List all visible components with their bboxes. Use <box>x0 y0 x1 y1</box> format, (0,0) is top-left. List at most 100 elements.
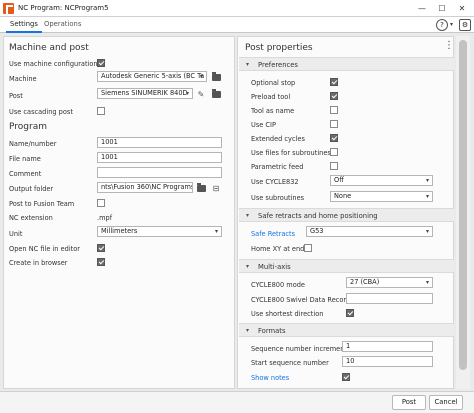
file-name-label: File name <box>9 155 41 163</box>
post-select[interactable]: Siemens SINUMERIK 840D ▾ <box>97 88 193 99</box>
show-notes-link[interactable]: Show notes <box>251 374 289 382</box>
seq-increment-label: Sequence number increment <box>251 345 347 353</box>
create-in-browser-checkbox[interactable] <box>97 258 105 266</box>
parametric-feed-label: Parametric feed <box>251 163 304 171</box>
use-cascading-post-checkbox[interactable] <box>97 107 105 115</box>
nc-extension-label: NC extension <box>9 214 53 222</box>
use-subroutines-value: None <box>334 192 352 200</box>
tab-bar: Settings Operations ? ▾ ⚙ <box>0 17 474 33</box>
help-icon[interactable]: ? <box>436 19 448 31</box>
open-folder-button[interactable]: ⊟ <box>211 183 221 193</box>
home-xy-at-end-checkbox[interactable] <box>304 244 312 252</box>
use-cip-label: Use CIP <box>251 121 276 129</box>
use-subroutines-label: Use subroutines <box>251 194 305 202</box>
machine-library-button[interactable] <box>211 71 221 82</box>
properties-scrollbar[interactable] <box>456 36 470 389</box>
output-folder-label: Output folder <box>9 185 54 193</box>
edit-post-button[interactable]: ✎ <box>196 89 206 99</box>
post-to-fusion-team-label: Post to Fusion Team <box>9 200 75 208</box>
safe-retracts-link[interactable]: Safe Retracts <box>251 230 295 238</box>
comment-input[interactable] <box>97 167 222 178</box>
close-icon: ✕ <box>458 4 466 13</box>
use-files-subroutines-label: Use files for subroutines <box>251 149 331 157</box>
post-to-fusion-team-checkbox[interactable] <box>97 199 105 207</box>
minimize-button[interactable]: — <box>412 1 432 16</box>
dropdown-arrow-icon: ▾ <box>425 279 429 286</box>
post-library-button[interactable] <box>211 88 221 99</box>
title-bar: NC Program: NCProgram5 — ☐ ✕ <box>0 0 474 17</box>
minimize-icon: — <box>418 4 426 13</box>
post-properties-heading: Post properties <box>245 43 313 53</box>
file-name-input[interactable]: 1001 <box>97 152 222 163</box>
scrollbar-thumb[interactable] <box>459 40 467 370</box>
safe-retracts-select[interactable]: G53 ▾ <box>306 226 433 237</box>
help-dropdown-icon[interactable]: ▾ <box>450 21 453 28</box>
maximize-button[interactable]: ☐ <box>432 1 452 16</box>
use-machine-config-checkbox[interactable] <box>97 59 105 67</box>
section-formats-title: Formats <box>258 327 286 335</box>
unit-select[interactable]: Millimeters ▾ <box>97 226 222 237</box>
start-seq-label: Start sequence number <box>251 359 329 367</box>
section-formats[interactable]: ▾ Formats <box>239 323 454 337</box>
dropdown-arrow-icon: ▾ <box>425 193 429 200</box>
unit-value: Millimeters <box>101 227 138 235</box>
extended-cycles-checkbox[interactable] <box>330 134 338 142</box>
open-nc-file-label: Open NC file in editor <box>9 245 80 253</box>
fusion-app-icon <box>3 3 14 14</box>
cycle800-mode-value: 27 (CBA) <box>350 278 380 286</box>
tool-as-name-checkbox[interactable] <box>330 106 338 114</box>
name-number-label: Name/number <box>9 140 57 148</box>
chevron-down-icon: ▾ <box>246 327 250 334</box>
use-files-subroutines-checkbox[interactable] <box>330 148 338 156</box>
name-number-input[interactable]: 1001 <box>97 137 222 148</box>
machine-select[interactable]: Autodesk Generic 5-axis (BC Ta ▾ <box>97 71 207 82</box>
dropdown-arrow-icon: ▾ <box>185 90 189 97</box>
settings-panel: Machine and post Use machine configurati… <box>3 36 235 389</box>
use-machine-config-label: Use machine configuration <box>9 60 98 68</box>
use-shortest-direction-checkbox[interactable] <box>346 309 354 317</box>
section-preferences[interactable]: ▾ Preferences <box>239 57 454 71</box>
parametric-feed-checkbox[interactable] <box>330 162 338 170</box>
tab-settings[interactable]: Settings <box>6 17 42 33</box>
machine-label: Machine <box>9 75 37 83</box>
show-notes-checkbox[interactable] <box>342 373 350 381</box>
tool-as-name-label: Tool as name <box>251 107 295 115</box>
use-cascading-post-label: Use cascading post <box>9 108 73 116</box>
comment-label: Comment <box>9 170 42 178</box>
seq-increment-input[interactable]: 1 <box>342 341 433 352</box>
cycle800-swivel-input[interactable] <box>346 293 433 304</box>
open-folder-icon: ⊟ <box>212 183 220 193</box>
post-button[interactable]: Post <box>392 395 426 410</box>
use-cip-checkbox[interactable] <box>330 120 338 128</box>
use-cycle832-value: Off <box>334 176 344 184</box>
close-button[interactable]: ✕ <box>452 1 472 16</box>
window-title: NC Program: NCProgram5 <box>18 4 109 12</box>
optional-stop-checkbox[interactable] <box>330 78 338 86</box>
output-folder-input[interactable]: nts\Fusion 360\NC Programs <box>97 182 193 193</box>
tab-operations[interactable]: Operations <box>40 17 85 33</box>
cycle800-swivel-label: CYCLE800 Swivel Data Record <box>251 296 351 304</box>
section-multi-axis-title: Multi-axis <box>258 263 291 271</box>
browse-folder-button[interactable] <box>196 182 206 193</box>
section-multi-axis[interactable]: ▾ Multi-axis <box>239 259 454 273</box>
cycle800-mode-select[interactable]: 27 (CBA) ▾ <box>346 277 433 288</box>
use-cycle832-select[interactable]: Off ▾ <box>330 175 433 186</box>
folder-icon <box>211 88 221 98</box>
optional-stop-label: Optional stop <box>251 79 296 87</box>
folder-icon <box>211 71 221 81</box>
preload-tool-label: Preload tool <box>251 93 291 101</box>
preload-tool-checkbox[interactable] <box>330 92 338 100</box>
use-cycle832-label: Use CYCLE832 <box>251 178 299 186</box>
post-properties-panel: Post properties ⋮ ▾ Preferences Optional… <box>237 36 454 389</box>
section-safe-retracts[interactable]: ▾ Safe retracts and home positioning <box>239 208 454 222</box>
chevron-down-icon: ▾ <box>246 212 250 219</box>
settings-icon[interactable]: ⚙ <box>459 19 471 31</box>
use-subroutines-select[interactable]: None ▾ <box>330 191 433 202</box>
unit-label: Unit <box>9 230 23 238</box>
program-heading: Program <box>9 122 47 132</box>
extended-cycles-label: Extended cycles <box>251 135 305 143</box>
more-options-icon[interactable]: ⋮ <box>444 40 454 51</box>
open-nc-file-checkbox[interactable] <box>97 244 105 252</box>
cancel-button[interactable]: Cancel <box>429 395 463 410</box>
start-seq-input[interactable]: 10 <box>342 356 433 367</box>
